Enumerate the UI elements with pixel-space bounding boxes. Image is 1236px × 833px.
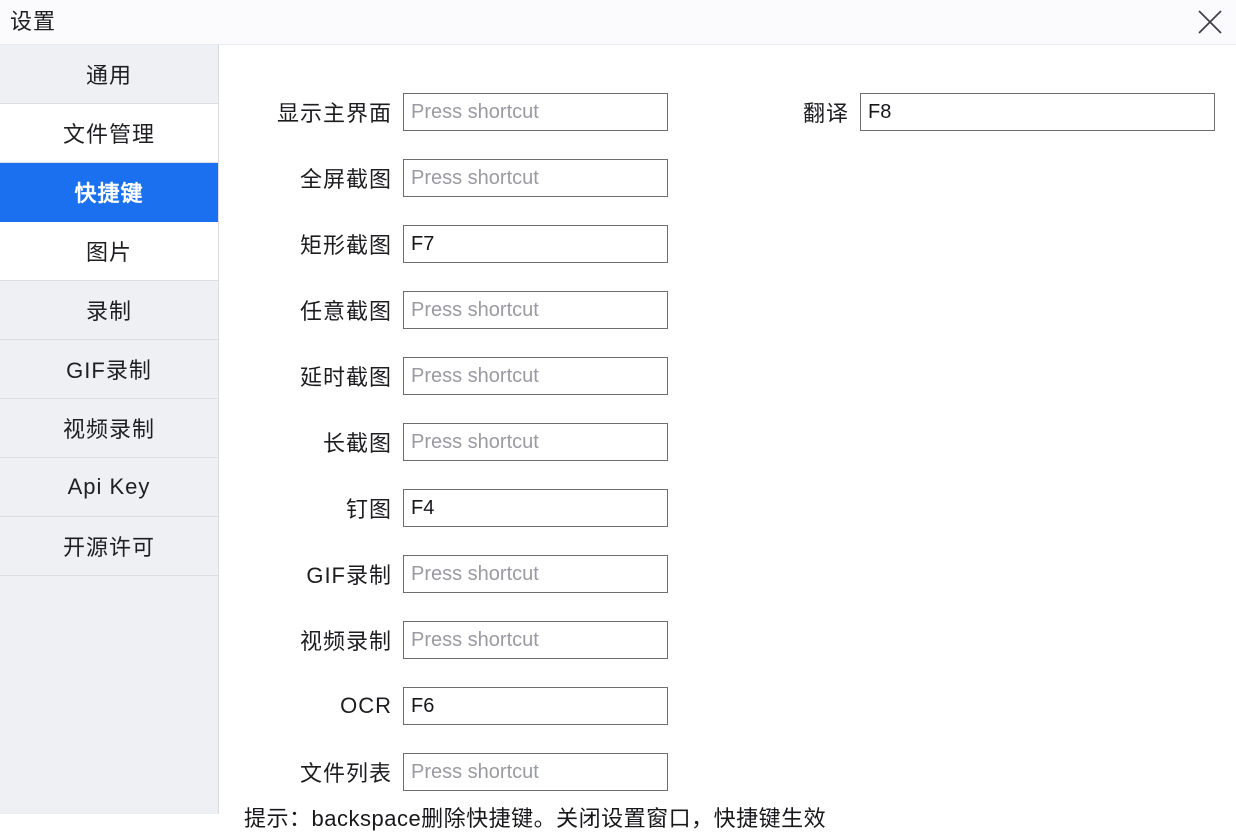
- shortcut-label: 延时截图: [299, 365, 392, 390]
- sidebar-item-label: 图片: [85, 240, 132, 265]
- shortcut-input-delay-capture[interactable]: Press shortcut: [403, 357, 668, 395]
- sidebar-item-label: 视频录制: [62, 417, 155, 442]
- shortcut-row-delay-capture: 延时截图 Press shortcut: [244, 356, 668, 396]
- shortcut-label: 文件列表: [299, 761, 392, 786]
- sidebar-item-label: 通用: [85, 63, 132, 88]
- shortcuts-panel: 显示主界面 Press shortcut 全屏截图 Press shortcut…: [219, 45, 1236, 831]
- sidebar-item-video-record[interactable]: 视频录制: [0, 399, 218, 458]
- shortcut-input-video-record[interactable]: Press shortcut: [403, 621, 668, 659]
- shortcut-label: OCR: [340, 693, 392, 718]
- sidebar-item-gif-record[interactable]: GIF录制: [0, 340, 218, 399]
- window-body: 通用 文件管理 快捷键 图片 录制 GIF录制 视频录制 Api Key 开源许…: [0, 45, 1236, 831]
- sidebar-item-record[interactable]: 录制: [0, 281, 218, 340]
- shortcut-input-ocr[interactable]: F6: [403, 687, 668, 725]
- shortcut-label: 显示主界面: [276, 101, 392, 126]
- shortcut-input-gif-record[interactable]: Press shortcut: [403, 555, 668, 593]
- shortcut-label: 全屏截图: [299, 167, 392, 192]
- shortcut-label: 视频录制: [299, 629, 392, 654]
- sidebar-item-label: 文件管理: [62, 122, 155, 147]
- shortcut-row-freeform-capture: 任意截图 Press shortcut: [244, 290, 668, 330]
- sidebar-item-label: 录制: [85, 299, 132, 324]
- sidebar-item-label: Api Key: [67, 474, 151, 499]
- sidebar-item-image[interactable]: 图片: [0, 222, 218, 281]
- sidebar-item-label: 快捷键: [74, 181, 144, 206]
- sidebar-item-general[interactable]: 通用: [0, 45, 218, 104]
- sidebar-empty-space: [0, 576, 218, 814]
- sidebar: 通用 文件管理 快捷键 图片 录制 GIF录制 视频录制 Api Key 开源许…: [0, 45, 219, 814]
- sidebar-item-file-manage[interactable]: 文件管理: [0, 104, 218, 163]
- close-icon-glyph: [1198, 10, 1222, 34]
- title-bar: 设置: [0, 0, 1236, 45]
- close-icon[interactable]: [1184, 0, 1236, 44]
- shortcut-label: 翻译: [802, 101, 849, 126]
- shortcut-input-file-list[interactable]: Press shortcut: [403, 753, 668, 791]
- shortcut-row-translate: 翻译 F8: [779, 92, 1215, 132]
- shortcut-row-rect-capture: 矩形截图 F7: [244, 224, 668, 264]
- shortcut-label: 任意截图: [299, 299, 392, 324]
- shortcut-label: GIF录制: [306, 563, 392, 588]
- shortcut-input-scroll-capture[interactable]: Press shortcut: [403, 423, 668, 461]
- shortcut-input-translate[interactable]: F8: [860, 93, 1215, 131]
- shortcut-row-scroll-capture: 长截图 Press shortcut: [244, 422, 668, 462]
- shortcut-input-rect-capture[interactable]: F7: [403, 225, 668, 263]
- hint-text: 提示：backspace删除快捷键。关闭设置窗口，快捷键生效: [244, 806, 827, 831]
- shortcut-input-pin-image[interactable]: F4: [403, 489, 668, 527]
- sidebar-item-label: 开源许可: [62, 535, 155, 560]
- window-title: 设置: [10, 9, 57, 34]
- shortcut-label: 长截图: [322, 431, 392, 456]
- shortcut-row-file-list: 文件列表 Press shortcut: [244, 752, 668, 792]
- shortcut-row-gif-record: GIF录制 Press shortcut: [244, 554, 668, 594]
- shortcut-row-video-record: 视频录制 Press shortcut: [244, 620, 668, 660]
- shortcut-row-ocr: OCR F6: [244, 686, 668, 726]
- sidebar-item-shortcuts[interactable]: 快捷键: [0, 163, 218, 222]
- sidebar-item-label: GIF录制: [66, 358, 152, 383]
- shortcut-input-fullscreen-capture[interactable]: Press shortcut: [403, 159, 668, 197]
- shortcut-input-freeform-capture[interactable]: Press shortcut: [403, 291, 668, 329]
- shortcut-label: 钉图: [345, 497, 392, 522]
- shortcut-row-pin-image: 钉图 F4: [244, 488, 668, 528]
- settings-window: 设置 通用 文件管理 快捷键 图片 录制 GIF录制 视频录制 Api Key …: [0, 0, 1236, 831]
- shortcut-row-fullscreen-capture: 全屏截图 Press shortcut: [244, 158, 668, 198]
- sidebar-item-open-source-license[interactable]: 开源许可: [0, 517, 218, 576]
- shortcut-row-show-main-ui: 显示主界面 Press shortcut: [244, 92, 668, 132]
- shortcut-label: 矩形截图: [299, 233, 392, 258]
- shortcut-input-show-main-ui[interactable]: Press shortcut: [403, 93, 668, 131]
- sidebar-item-api-key[interactable]: Api Key: [0, 458, 218, 517]
